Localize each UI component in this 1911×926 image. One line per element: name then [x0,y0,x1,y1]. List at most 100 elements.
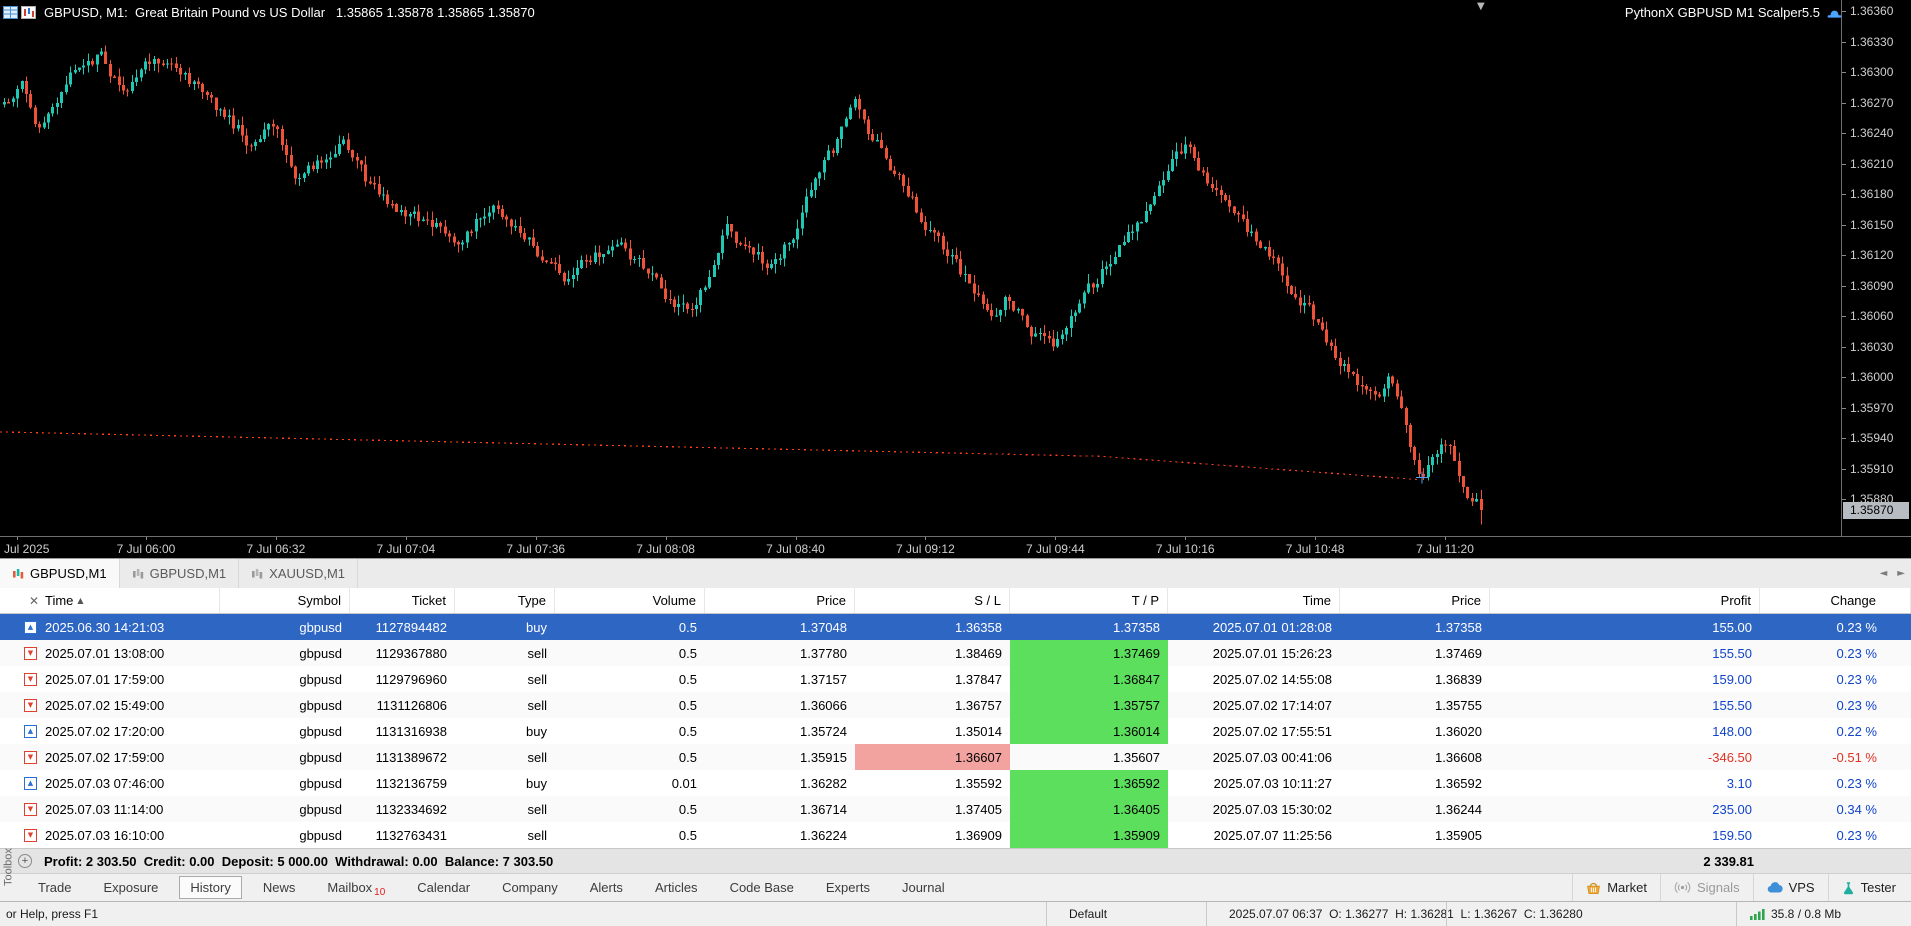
toolbox-tab-company[interactable]: Company [491,876,569,899]
signal-icon [1674,881,1691,894]
toolbox-tab-mailbox[interactable]: Mailbox 10 [316,876,396,899]
ea-label[interactable]: PythonX GBPUSD M1 Scalper5.5 [1625,5,1843,20]
toolbox-tab-label: Mailbox [327,880,373,895]
bottom-tabs: Trade Exposure History News Mailbox 10 Calenda… [22,874,961,901]
column-header-label: Time [45,593,74,608]
tool-vps[interactable]: VPS [1752,874,1828,901]
history-row[interactable]: ▼ 2025.07.01 17:59:00 gbpusd 1129796960 sell… [0,666,1911,692]
column-header[interactable]: T / P [1010,588,1168,613]
buy-deal-icon: ▲ [24,620,37,634]
profit-cell: -346.50 [1707,749,1752,765]
time-tick-label: 7 Jul 09:44 [1025,542,1085,556]
history-row[interactable]: ▲ 2025.07.03 07:46:00 gbpusd 1132136759 buy 0… [0,770,1911,796]
deal-icon-cell: ▼ [0,666,42,692]
summary-total: 2 339.81 [1703,853,1754,869]
toolbox-tab-label: News [262,880,296,895]
chart-region: GBPUSD, M1: Great Britain Pound vs US Do… [0,0,1911,558]
history-row[interactable]: ▼ 2025.07.03 11:14:00 gbpusd 1132334692 sell… [0,796,1911,822]
sl-cell: 1.35592 [955,775,1002,791]
open-price-cell: 1.36714 [800,801,847,817]
toolbox-tab-articles[interactable]: Articles [644,876,709,899]
scroll-right-icon[interactable]: ► [1897,568,1905,579]
close-price-cell: 1.36839 [1435,671,1482,687]
symbol-cell: gbpusd [299,827,342,843]
sl-cell: 1.35014 [955,723,1002,739]
statusbar-profile[interactable]: Default [1046,902,1206,926]
close-price-cell: 1.36608 [1435,749,1482,765]
time-tick-mark [1055,537,1057,540]
price-tick-label: 1.36210 [1850,156,1894,171]
history-header: ✕ Time ▲ Symbol Ticket Type Volume Price S / LT … [0,588,1911,614]
tool-tester[interactable]: Tester [1827,874,1909,901]
tool-label: Tester [1860,880,1896,895]
column-header[interactable]: S / L [855,588,1010,613]
tp-cell: 1.36592 [1010,770,1168,796]
toolbox-tab-news[interactable]: News [252,876,307,899]
history-row[interactable]: ▲ 2025.06.30 14:21:03 gbpusd 1127894482 buy 0… [0,614,1911,640]
time-tick-label: 7 Jul 07:04 [376,542,436,556]
chart-window-icon[interactable] [21,5,36,20]
column-header[interactable]: Ticket [350,588,455,613]
tool-label: Market [1607,880,1647,895]
statusbar: or Help, press F1 Default 2025.07.07 06:… [0,901,1911,926]
history-row[interactable]: ▼ 2025.07.02 17:59:00 gbpusd 1131389672 sell… [0,744,1911,770]
toolbox-tab-history[interactable]: History [179,876,242,899]
column-header[interactable]: Profit [1490,588,1760,613]
column-header[interactable]: Time ▲ [42,588,220,613]
column-header[interactable]: Price [1340,588,1490,613]
time-tick-mark [17,537,18,540]
price-tick-label: 1.35940 [1850,431,1894,446]
toolbox-tab-alerts[interactable]: Alerts [579,876,634,899]
history-rows: ▲ 2025.06.30 14:21:03 gbpusd 1127894482 buy 0… [0,614,1911,848]
scroll-left-icon[interactable]: ◄ [1880,568,1888,579]
tool-signals[interactable]: Signals [1659,874,1753,901]
type-cell: buy [526,723,547,739]
price-tick-mark [1842,377,1846,379]
toolbox-tab-trade[interactable]: Trade [27,876,82,899]
statusbar-traffic: 35.8 / 0.8 Mb [1736,902,1911,926]
open-price-cell: 1.36066 [800,697,847,713]
price-tick-label: 1.36030 [1850,339,1894,354]
profile-name: Default [1069,907,1108,921]
history-row[interactable]: ▼ 2025.07.01 13:08:00 gbpusd 1129367880 sell… [0,640,1911,666]
close-time-cell: 2025.07.01 15:26:23 [1212,645,1332,661]
toolbox-tab-exposure[interactable]: Exposure [92,876,169,899]
time-tick-mark [535,537,537,540]
toolbox-tab-code-base[interactable]: Code Base [719,876,805,899]
chart-mini-icon [12,568,24,580]
history-row[interactable]: ▲ 2025.07.02 17:20:00 gbpusd 1131316938 buy 0… [0,718,1911,744]
close-time-cell: 2025.07.02 14:55:08 [1212,671,1332,687]
toolbox-tab-calendar[interactable]: Calendar [406,876,481,899]
candlestick-plot[interactable] [0,0,1841,536]
close-time-cell: 2025.07.01 01:28:08 [1212,619,1332,635]
volume-cell: 0.5 [678,801,697,817]
history-row[interactable]: ▼ 2025.07.03 16:10:00 gbpusd 1132763431 sell… [0,822,1911,848]
chart-tab[interactable]: XAUUSD,M1 [239,559,359,588]
price-tick-label: 1.36090 [1850,278,1894,293]
column-header[interactable]: Price [705,588,855,613]
time-tick-mark [1445,537,1446,540]
close-toolbox-icon[interactable]: ✕ [26,594,42,608]
toolbox-tab-label: Exposure [103,880,159,895]
chart-tab[interactable]: GBPUSD,M1 [120,559,240,588]
deal-icon-cell: ▲ [0,770,42,796]
column-header[interactable]: Time [1168,588,1340,613]
tool-market[interactable]: Market [1572,874,1660,901]
column-header[interactable]: Symbol [220,588,350,613]
chart-tab[interactable]: GBPUSD,M1 [0,559,120,588]
column-header[interactable]: Type [455,588,555,613]
history-row[interactable]: ▼ 2025.07.02 15:49:00 gbpusd 1131126806 sell… [0,692,1911,718]
toolbox-tab-journal[interactable]: Journal [891,876,956,899]
column-header[interactable]: Volume [555,588,705,613]
change-cell: 0.23 % [1836,827,1877,843]
time-axis[interactable]: Jul 2025 7 Jul 06:00 7 Jul 06:32 7 Jul 07:0… [0,536,1911,558]
price-axis[interactable]: 1.36360 1.36330 1.36300 1.36270 1.36240 1.362… [1841,0,1911,536]
open-price-cell: 1.37157 [800,671,847,687]
symbol-list-icon[interactable] [3,5,18,20]
price-tick-label: 1.36120 [1850,248,1894,263]
price-tick-label: 1.36240 [1850,126,1894,141]
toolbox-tab-experts[interactable]: Experts [815,876,881,899]
close-time-cell: 2025.07.07 11:25:56 [1213,827,1332,843]
close-time-cell: 2025.07.02 17:14:07 [1212,697,1332,713]
column-header[interactable]: Change [1760,588,1911,613]
